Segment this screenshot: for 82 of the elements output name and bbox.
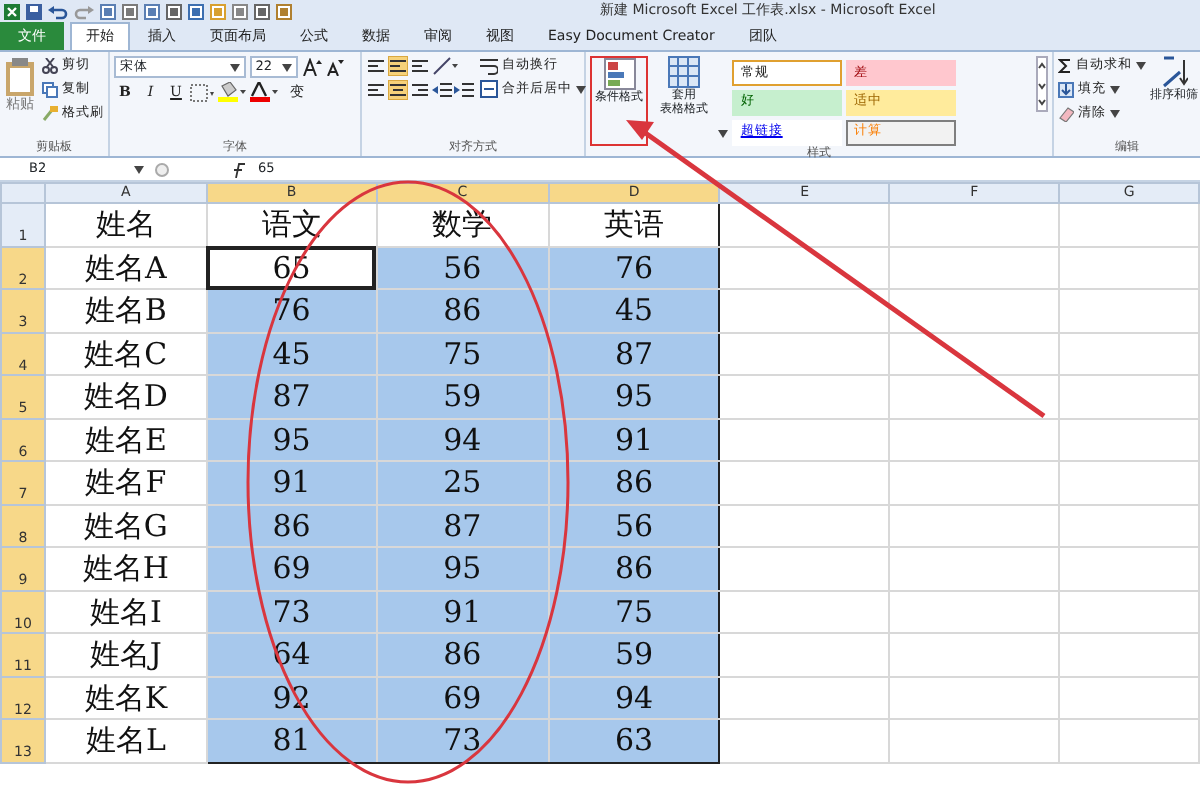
grow-font-icon[interactable]	[301, 58, 321, 76]
brush-icon	[42, 105, 58, 121]
sigma-icon	[1058, 58, 1072, 74]
fill-color-icon[interactable]	[218, 82, 246, 103]
table-cell[interactable]: 25	[376, 461, 549, 504]
excel-logo-icon	[4, 3, 20, 19]
table-cell[interactable]: 95	[206, 418, 377, 461]
table-cell[interactable]: 95	[376, 547, 549, 590]
table-cell[interactable]: 69	[376, 676, 549, 719]
caret-icon[interactable]	[1110, 86, 1120, 94]
bottom-align-icon[interactable]	[410, 56, 430, 76]
middle-align-icon[interactable]	[388, 56, 408, 76]
table-cell[interactable]: 姓名D	[44, 375, 207, 418]
table-cell[interactable]: 75	[548, 590, 720, 633]
decrease-indent-icon[interactable]	[432, 79, 452, 100]
table-cell[interactable]: 56	[548, 504, 720, 547]
table-cell[interactable]: 姓名L	[44, 719, 207, 762]
borders-icon[interactable]	[190, 83, 215, 102]
save-icon[interactable]	[26, 3, 42, 19]
caret-icon[interactable]	[576, 85, 586, 94]
caret-icon[interactable]	[718, 129, 729, 137]
gallery-scroll-icon[interactable]	[1036, 56, 1049, 112]
table-cell[interactable]: 86	[376, 289, 549, 332]
shrink-font-icon[interactable]	[324, 58, 345, 76]
table-cell[interactable]: 95	[548, 375, 720, 418]
table-cell[interactable]: 姓名G	[44, 504, 207, 547]
table-cell[interactable]: 86	[376, 633, 549, 676]
table-cell[interactable]: 59	[376, 375, 549, 418]
font-color-icon[interactable]	[249, 82, 278, 103]
fill-down-icon	[1058, 82, 1074, 98]
caret-icon[interactable]	[1136, 62, 1146, 70]
table-cell[interactable]: 姓名B	[44, 289, 207, 332]
table-cell[interactable]: 86	[548, 547, 720, 590]
table-cell[interactable]: 75	[376, 332, 549, 375]
caret-icon	[281, 63, 292, 71]
wrap-text-icon	[480, 57, 498, 75]
caret-icon[interactable]	[1110, 110, 1120, 118]
table-cell[interactable]: 姓名E	[44, 418, 207, 461]
table-cell[interactable]: 73	[206, 590, 377, 633]
eraser-icon	[1058, 106, 1074, 122]
table-cell[interactable]: 81	[206, 719, 377, 762]
caret-icon	[230, 63, 240, 71]
table-cell[interactable]: 56	[376, 246, 549, 289]
table-cell[interactable]: 姓名C	[44, 332, 207, 375]
table-cell[interactable]: 73	[376, 719, 549, 762]
top-align-icon[interactable]	[366, 56, 386, 76]
table-cell[interactable]: 86	[206, 504, 377, 547]
table-cell[interactable]: 姓名F	[44, 461, 207, 504]
table-cell[interactable]: 英语	[548, 203, 720, 246]
table-cell[interactable]: 59	[548, 633, 720, 676]
table-cell[interactable]: 76	[548, 246, 720, 289]
table-cell[interactable]: 91	[206, 461, 377, 504]
conditional-format-icon	[603, 58, 636, 90]
table-cell[interactable]: 94	[376, 418, 549, 461]
table-grid-icon	[667, 56, 700, 88]
table-cell[interactable]: 姓名H	[44, 547, 207, 590]
table-cell[interactable]: 姓名J	[44, 633, 207, 676]
copy-icon	[42, 81, 58, 98]
table-cell[interactable]: 91	[376, 590, 549, 633]
increase-indent-icon[interactable]	[454, 79, 474, 100]
scissors-icon	[42, 58, 58, 74]
right-align-icon[interactable]	[410, 79, 430, 100]
table-cell[interactable]: 45	[206, 332, 377, 375]
function-icon[interactable]	[230, 161, 248, 177]
table-cell[interactable]: 87	[206, 375, 377, 418]
table-cell[interactable]: 45	[548, 289, 720, 332]
table-cell[interactable]: 86	[548, 461, 720, 504]
table-cell[interactable]: 87	[548, 332, 720, 375]
caret-icon	[134, 165, 144, 173]
merge-cells-icon	[480, 80, 498, 99]
table-cell[interactable]: 姓名	[44, 203, 207, 246]
table-cell[interactable]: 94	[548, 676, 720, 719]
center-align-icon[interactable]	[388, 79, 408, 100]
table-cell[interactable]: 姓名I	[44, 590, 207, 633]
table-cell[interactable]: 69	[206, 547, 377, 590]
table-cell[interactable]: 91	[548, 418, 720, 461]
orientation-icon[interactable]	[432, 56, 460, 76]
table-cell[interactable]: 姓名K	[44, 676, 207, 719]
left-align-icon[interactable]	[366, 79, 386, 100]
table-cell[interactable]: 63	[548, 719, 720, 762]
table-cell[interactable]: 87	[376, 504, 549, 547]
undo-icon[interactable]	[48, 3, 68, 19]
